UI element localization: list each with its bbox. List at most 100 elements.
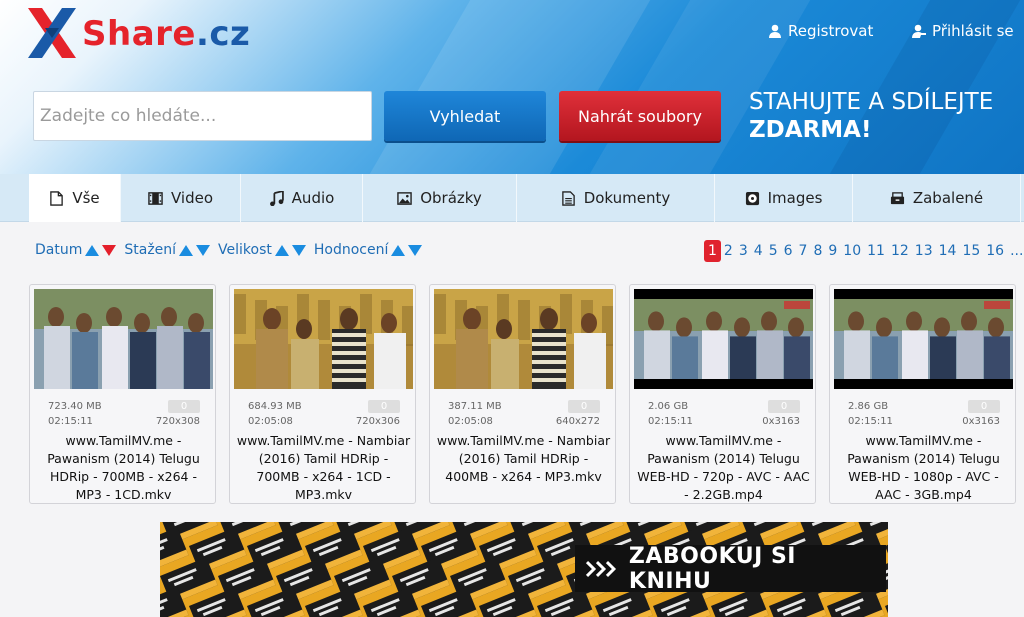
file-title-link[interactable]: www.TamilMV.me - Nambiar (2016) Tamil HD… [236, 432, 411, 504]
file-size: 684.93 MB [248, 401, 302, 412]
page-link[interactable]: 3 [736, 240, 751, 262]
page-link[interactable]: 7 [796, 240, 811, 262]
rating-badge: 0 [168, 400, 200, 413]
file-thumbnail[interactable] [434, 289, 613, 389]
picture-icon [397, 191, 412, 205]
file-card[interactable]: 2.86 GB 0 02:15:11 0x3163 www.TamilMV.me - P… [829, 284, 1016, 504]
site-header: Share.cz Registrovat Přihlásit se Vyhled… [0, 0, 1024, 174]
site-logo[interactable]: Share.cz [28, 8, 268, 58]
tab-audio[interactable]: Audio [241, 174, 363, 222]
page-link[interactable]: 6 [781, 240, 796, 262]
tab-all[interactable]: Vše [29, 174, 121, 222]
sort-rating-label[interactable]: Hodnocení [314, 242, 389, 258]
sort-downloads: Stažení [124, 242, 211, 258]
file-card[interactable]: 387.11 MB 0 02:05:08 640x272 www.TamilMV.me … [429, 284, 616, 504]
logo-x-mark [28, 8, 76, 58]
file-card[interactable]: 723.40 MB 0 02:15:11 720x308 www.TamilMV.me … [29, 284, 216, 504]
upload-button[interactable]: Nahrát soubory [559, 91, 721, 141]
rating-badge: 0 [568, 400, 600, 413]
file-size: 2.06 GB [648, 401, 689, 412]
slogan: STAHUJTE A SDÍLEJTE ZDARMA! [749, 88, 993, 144]
sort-desc-arrow-icon[interactable] [291, 244, 306, 256]
sort-asc-arrow-icon[interactable] [274, 244, 289, 256]
thumbnail-image [634, 289, 813, 389]
page-link[interactable]: 14 [936, 240, 960, 262]
file-duration: 02:05:08 [448, 416, 493, 427]
file-size: 2.86 GB [848, 401, 889, 412]
tab-archives[interactable]: Zabalené [853, 174, 1021, 222]
file-thumbnail[interactable] [234, 289, 413, 389]
file-title-link[interactable]: www.TamilMV.me - Pawanism (2014) Telugu … [836, 432, 1011, 504]
sort-bar: Datum Stažení Velikost Hodnocení [35, 242, 423, 258]
file-meta: 387.11 MB 0 02:05:08 640x272 [448, 399, 600, 429]
tab-images[interactable]: Images [715, 174, 853, 222]
page-link[interactable]: 15 [959, 240, 983, 262]
pagination: 12345678910111213141516...› [704, 240, 1024, 262]
rating-badge: 0 [968, 400, 1000, 413]
sort-rating: Hodnocení [314, 242, 423, 258]
search-input[interactable] [34, 92, 371, 140]
sort-asc-arrow-icon[interactable] [391, 244, 406, 256]
register-link[interactable]: Registrovat [768, 22, 873, 40]
chevrons-right-icon [585, 560, 617, 577]
page-link[interactable]: 16 [983, 240, 1007, 262]
thumbnail-image [34, 289, 213, 389]
page-link[interactable]: 8 [810, 240, 825, 262]
tab-pictures[interactable]: Obrázky [363, 174, 517, 222]
page-link[interactable]: 5 [766, 240, 781, 262]
sort-asc-arrow-icon[interactable] [85, 244, 100, 256]
file-thumbnail[interactable] [34, 289, 213, 389]
sort-size: Velikost [218, 242, 306, 258]
login-link[interactable]: Přihlásit se [912, 22, 1014, 40]
tab-documents[interactable]: Dokumenty [517, 174, 715, 222]
file-card[interactable]: 2.06 GB 0 02:15:11 0x3163 www.TamilMV.me - P… [629, 284, 816, 504]
ad-banner[interactable]: ZABOOKUJ SI KNIHU [160, 522, 888, 617]
slogan-line-2: ZDARMA! [749, 117, 872, 143]
page-link[interactable]: 10 [840, 240, 864, 262]
page-link[interactable]: 11 [864, 240, 888, 262]
file-duration: 02:15:11 [48, 416, 93, 427]
page-link[interactable]: 12 [888, 240, 912, 262]
banner-cta[interactable]: ZABOOKUJ SI KNIHU [575, 544, 886, 594]
file-resolution: 720x308 [155, 416, 200, 427]
sort-desc-arrow-icon[interactable] [196, 244, 211, 256]
file-meta: 684.93 MB 0 02:05:08 720x306 [248, 399, 400, 429]
file-meta: 2.86 GB 0 02:15:11 0x3163 [848, 399, 1000, 429]
disc-icon [745, 191, 759, 205]
sort-asc-arrow-icon[interactable] [179, 244, 194, 256]
file-title-link[interactable]: www.TamilMV.me - Nambiar (2016) Tamil HD… [436, 432, 611, 486]
file-card[interactable]: 684.93 MB 0 02:05:08 720x306 www.TamilMV.me … [229, 284, 416, 504]
sort-size-label[interactable]: Velikost [218, 242, 272, 258]
logo-text: Share.cz [82, 14, 251, 54]
tabs-spacer [0, 174, 29, 221]
file-grid: 723.40 MB 0 02:15:11 720x308 www.TamilMV.me … [29, 284, 1016, 504]
content-area: Datum Stažení Velikost Hodnocení 1234567… [0, 222, 1024, 617]
file-duration: 02:05:08 [248, 416, 293, 427]
file-meta: 2.06 GB 0 02:15:11 0x3163 [648, 399, 800, 429]
page-current[interactable]: 1 [704, 240, 721, 262]
page-link[interactable]: 9 [825, 240, 840, 262]
page-link[interactable]: 13 [912, 240, 936, 262]
sort-downloads-label[interactable]: Stažení [124, 242, 176, 258]
page-ellipsis: ... [1010, 243, 1024, 259]
file-thumbnail[interactable] [634, 289, 813, 389]
file-title-link[interactable]: www.TamilMV.me - Pawanism (2014) Telugu … [36, 432, 211, 504]
page-link[interactable]: 4 [751, 240, 766, 262]
search-button[interactable]: Vyhledat [384, 91, 546, 141]
search-field[interactable] [33, 91, 372, 141]
file-title-link[interactable]: www.TamilMV.me - Pawanism (2014) Telugu … [636, 432, 811, 504]
file-duration: 02:15:11 [848, 416, 893, 427]
sort-desc-arrow-icon[interactable] [102, 244, 117, 256]
sort-desc-arrow-icon[interactable] [408, 244, 423, 256]
thumbnail-image [234, 289, 413, 389]
file-thumbnail[interactable] [834, 289, 1013, 389]
rating-badge: 0 [368, 400, 400, 413]
page-link[interactable]: 2 [721, 240, 736, 262]
user-icon [769, 24, 781, 38]
file-duration: 02:15:11 [648, 416, 693, 427]
sort-date-label[interactable]: Datum [35, 242, 82, 258]
slogan-line-1: STAHUJTE A SDÍLEJTE [749, 89, 994, 115]
rating-badge: 0 [768, 400, 800, 413]
tab-video[interactable]: Video [121, 174, 241, 222]
film-icon [148, 191, 163, 205]
